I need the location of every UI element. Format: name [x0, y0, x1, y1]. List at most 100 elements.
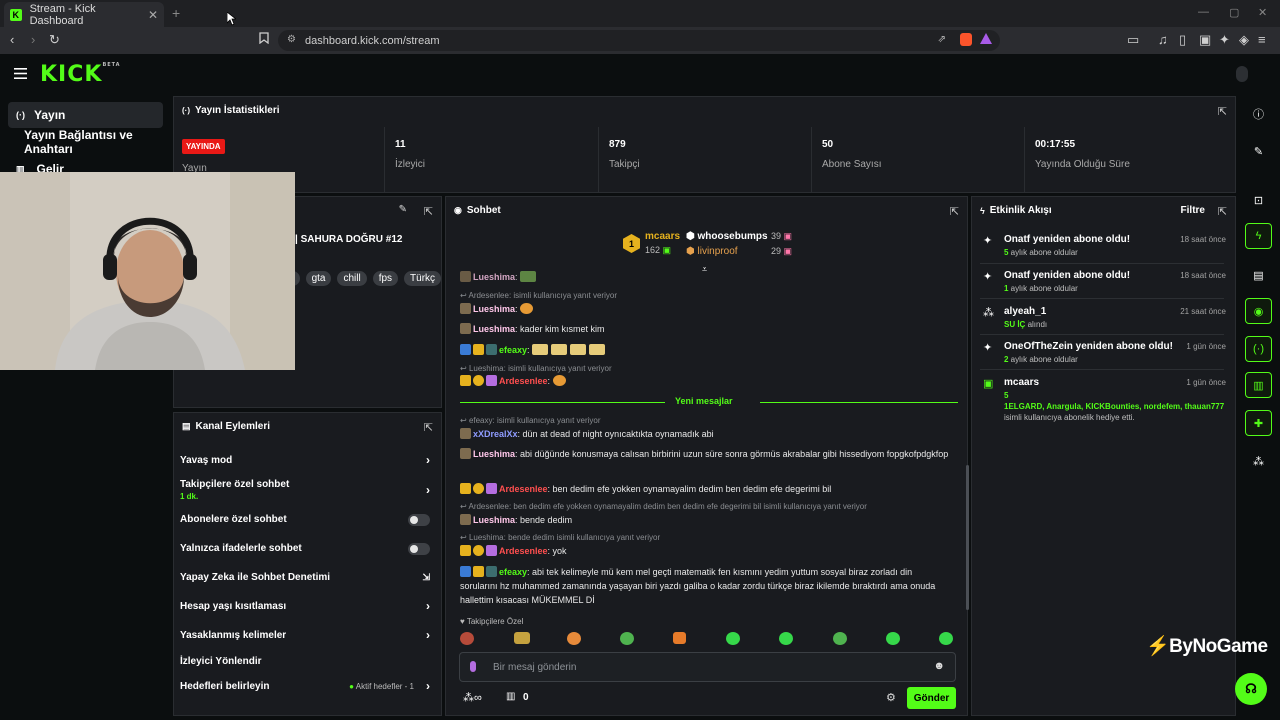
support-button[interactable]: ☊: [1235, 673, 1267, 705]
edit-icon[interactable]: ✎: [399, 204, 407, 215]
emote-icon[interactable]: [833, 632, 847, 645]
hamburger-menu-icon[interactable]: [14, 66, 27, 84]
sidebar-item-stream-key[interactable]: Yayın Bağlantısı ve Anahtarı: [8, 128, 163, 156]
address-bar[interactable]: ⚙ dashboard.kick.com/stream ⇗: [278, 30, 1000, 51]
send-button[interactable]: Gönder: [907, 687, 956, 709]
wrench-icon[interactable]: ✚: [1245, 410, 1272, 436]
store-icon[interactable]: ▥: [506, 691, 515, 702]
screenshot-icon[interactable]: ⊡: [1245, 187, 1272, 213]
reply-context[interactable]: ↩ Lueshima: bende dedim isimli kullanıcı…: [460, 533, 660, 542]
vpn-icon[interactable]: ◈: [1239, 32, 1249, 48]
document-icon[interactable]: ▤: [1245, 262, 1272, 288]
edit-icon[interactable]: ✎: [1245, 138, 1272, 164]
chat-message: Ardesenlee: ben dedim efe yokken oynamay…: [460, 482, 950, 496]
back-icon[interactable]: ‹: [10, 32, 14, 47]
gift-recipients: 1ELGARD, Anargula, KICKBounties, nordefe…: [1004, 402, 1225, 411]
chat-panel: ◉ Sohbet ⇱ 1 mcaars 162 ▣ ⬢ whoosebumps …: [445, 196, 969, 716]
brave-shield-icon[interactable]: [960, 33, 972, 46]
chat-scrollbar[interactable]: [966, 465, 969, 610]
reply-context[interactable]: ↩ Ardesenlee: isimli kullanıcıya yanıt v…: [460, 291, 617, 300]
emote-icon[interactable]: [567, 632, 581, 645]
reply-context[interactable]: ↩ Ardesenlee: ben dedim efe yokken oynam…: [460, 502, 867, 511]
stream-tag[interactable]: fps: [372, 271, 399, 286]
popout-icon[interactable]: ⇱: [424, 421, 433, 434]
reply-context[interactable]: ↩ efeaxy: isimli kullanıcıya yanıt veriy…: [460, 416, 601, 425]
sidebar-item-yayin[interactable]: (·) Yayın: [8, 102, 163, 128]
stream-tag[interactable]: Türkç: [404, 271, 442, 286]
rewards-icon[interactable]: [980, 33, 992, 44]
lightning-icon: ϟ: [980, 205, 985, 216]
emote-icon[interactable]: [620, 632, 634, 645]
popout-icon[interactable]: ⇱: [424, 205, 433, 218]
stream-tag[interactable]: chill: [337, 271, 367, 286]
chevron-right-icon: ›: [426, 483, 430, 497]
emote-only-toggle[interactable]: [408, 543, 430, 555]
stream-tag[interactable]: gta: [305, 271, 332, 286]
leo-icon[interactable]: ✦: [1219, 32, 1230, 48]
emote-icon[interactable]: [939, 632, 953, 645]
chevron-right-icon: ›: [426, 628, 430, 642]
site-info-icon[interactable]: ⚙: [287, 34, 296, 45]
popout-icon[interactable]: ⇱: [1218, 205, 1227, 218]
stat-label: İzleyici: [395, 159, 426, 170]
info-icon[interactable]: ⓘ: [1245, 101, 1272, 127]
chat-message: Lueshima:: [460, 302, 950, 316]
slow-mode-row[interactable]: Yavaş mod ›: [180, 453, 436, 467]
kick-logo[interactable]: KICKBETA: [40, 62, 121, 87]
points-icon[interactable]: ⁂: [1245, 448, 1272, 474]
sidebar-icon[interactable]: ▯: [1179, 32, 1186, 48]
minimize-icon[interactable]: —: [1198, 6, 1209, 18]
sparkle-icon: ✦: [983, 342, 993, 354]
broadcast-icon[interactable]: (·): [1245, 336, 1272, 362]
microphone-icon[interactable]: [470, 661, 476, 672]
ai-moderation-row[interactable]: Yapay Zeka ile Sohbet Denetimi ⇲: [180, 572, 436, 583]
chevron-right-icon: ›: [426, 453, 430, 467]
new-tab-button[interactable]: +: [172, 5, 180, 21]
chat-icon[interactable]: ◉: [1245, 298, 1272, 324]
chat-message: Lueshima: kader kim kısmet kim: [460, 322, 950, 336]
emoji-icon[interactable]: ☻: [933, 660, 945, 672]
second-place[interactable]: ⬢ whoosebumps: [686, 231, 768, 242]
share-icon[interactable]: ⇗: [938, 34, 946, 45]
emote-icon[interactable]: [779, 632, 793, 645]
goals-row[interactable]: Hedefleri belirleyin ● Aktif hedefler - …: [180, 679, 436, 693]
followers-only-row[interactable]: Takipçilere özel sohbet 1 dk. ›: [180, 479, 436, 501]
chat-message: efeaxy:: [460, 343, 950, 357]
tab-close-icon[interactable]: ✕: [148, 8, 158, 22]
menu-icon[interactable]: ≡: [1258, 32, 1266, 47]
forward-icon[interactable]: ›: [31, 32, 35, 47]
emote-icon[interactable]: [886, 632, 900, 645]
store-icon[interactable]: ▥: [1245, 372, 1272, 398]
emote-icon[interactable]: [460, 632, 474, 645]
chat-message: Ardesenlee: yok: [460, 544, 950, 558]
maximize-icon[interactable]: ▢: [1229, 6, 1239, 19]
points-icon[interactable]: ⁂∞: [463, 691, 482, 704]
popout-icon[interactable]: ⇱: [950, 205, 959, 218]
lightning-icon[interactable]: ϟ: [1245, 223, 1272, 249]
host-row[interactable]: İzleyici Yönlendir: [180, 656, 436, 667]
reply-context[interactable]: ↩ Lueshima: isimli kullanıcıya yanıt ver…: [460, 364, 612, 373]
avatar[interactable]: [1236, 66, 1248, 82]
reader-icon[interactable]: ▭: [1127, 32, 1139, 48]
popout-icon[interactable]: ⇱: [1218, 105, 1227, 118]
wallet-icon[interactable]: ▣: [1199, 32, 1211, 48]
emote-icon[interactable]: [673, 632, 686, 644]
leader-name[interactable]: mcaars: [645, 231, 680, 242]
emote-icon[interactable]: [726, 632, 740, 645]
activity-event: ✦ OneOfTheZein yeniden abone oldu! 2 ayl…: [983, 341, 1226, 364]
stat-followers: 879 Takipçi: [598, 127, 811, 193]
reload-icon[interactable]: ↻: [49, 32, 60, 48]
media-icon[interactable]: ♫: [1158, 32, 1168, 47]
bookmark-icon[interactable]: [259, 32, 269, 47]
account-age-row[interactable]: Hesap yaşı kısıtlaması ›: [180, 599, 436, 613]
chat-input[interactable]: Bir mesaj gönderin ☻: [459, 652, 956, 682]
filter-button[interactable]: Filtre: [1181, 205, 1205, 216]
subscribers-only-toggle[interactable]: [408, 514, 430, 526]
tab-title: Stream - Kick Dashboard: [29, 2, 96, 27]
window-close-icon[interactable]: ✕: [1258, 6, 1267, 19]
banned-words-row[interactable]: Yasaklanmış kelimeler ›: [180, 628, 436, 642]
chat-settings-icon[interactable]: ⚙: [886, 691, 896, 704]
third-place[interactable]: ⬢ livinproof: [686, 246, 738, 257]
emote-icon[interactable]: [514, 632, 530, 644]
browser-tab[interactable]: K Stream - Kick Dashboard ✕: [4, 2, 164, 27]
